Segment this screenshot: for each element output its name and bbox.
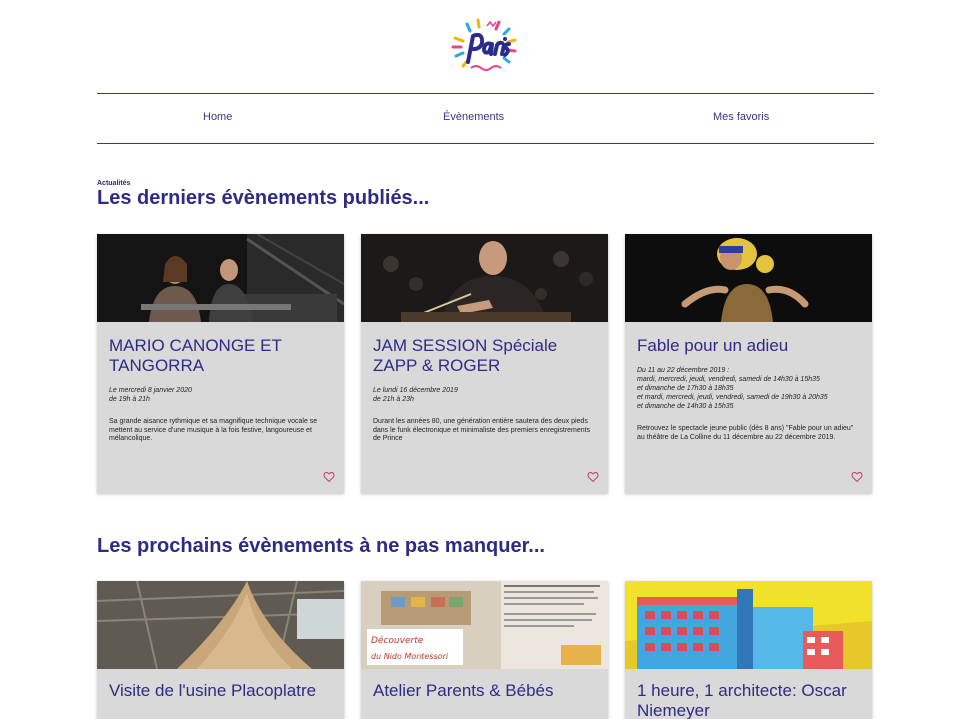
event-card[interactable]: JAM SESSION Spéciale ZAPP & ROGER Le lun… bbox=[361, 234, 608, 493]
event-card[interactable]: Découverte du Nido Montessori Atelier Pa… bbox=[361, 581, 608, 719]
main-nav: Home Évènements Mes favoris bbox=[97, 93, 874, 144]
event-description: Retrouvez le spectacle jeune public (dès… bbox=[637, 425, 854, 441]
heart-outline-icon[interactable] bbox=[323, 471, 335, 483]
nav-item-favorites[interactable]: Mes favoris bbox=[713, 111, 769, 123]
event-card[interactable]: Fable pour un adieu Du 11 au 22 décembre… bbox=[625, 234, 872, 493]
event-schedule-line: mardi, mercredi, jeudi, vendredi, samedi… bbox=[637, 376, 820, 383]
event-schedule-line: et dimanche de 14h30 à 15h35 bbox=[637, 403, 734, 410]
event-date: Le mercredi 8 janvier 2020 de 19h à 21h bbox=[109, 386, 332, 404]
event-date-line: Le lundi 16 décembre 2019 bbox=[373, 387, 458, 394]
image-caption: Découverte bbox=[371, 635, 424, 646]
heart-outline-icon[interactable] bbox=[587, 471, 599, 483]
event-title[interactable]: JAM SESSION Spéciale ZAPP & ROGER bbox=[373, 336, 596, 376]
event-title[interactable]: Atelier Parents & Bébés bbox=[373, 681, 596, 701]
event-date-line: Du 11 au 22 décembre 2019 : bbox=[637, 367, 730, 374]
upcoming-events-title: Les prochains évènements à ne pas manque… bbox=[97, 535, 545, 557]
event-card[interactable]: 1 heure, 1 architecte: Oscar Niemeyer bbox=[625, 581, 872, 719]
event-card[interactable]: Visite de l'usine Placoplatre bbox=[97, 581, 344, 719]
event-time-line: de 19h à 21h bbox=[109, 396, 150, 403]
event-date: Du 11 au 22 décembre 2019 : mardi, mercr… bbox=[637, 366, 860, 411]
event-date-line: Le mercredi 8 janvier 2020 bbox=[109, 387, 192, 394]
heart-outline-icon[interactable] bbox=[851, 471, 863, 483]
event-image bbox=[361, 234, 608, 322]
event-image bbox=[625, 234, 872, 322]
latest-events-title: Les derniers évènements publiés... bbox=[97, 187, 430, 209]
event-time-line: de 21h à 23h bbox=[373, 396, 414, 403]
event-card[interactable]: MARIO CANONGE ET TANGORRA Le mercredi 8 … bbox=[97, 234, 344, 493]
event-title[interactable]: Fable pour un adieu bbox=[637, 336, 860, 356]
event-title[interactable]: Visite de l'usine Placoplatre bbox=[109, 681, 332, 701]
paris-logo[interactable] bbox=[449, 16, 521, 78]
event-schedule-line: et mardi, mercredi, jeudi, vendredi, sam… bbox=[637, 394, 828, 401]
image-caption: du Nido Montessori bbox=[371, 652, 449, 661]
event-image bbox=[97, 581, 344, 669]
event-schedule-line: et dimanche de 17h30 à 18h35 bbox=[637, 385, 734, 392]
nav-item-home[interactable]: Home bbox=[203, 111, 232, 123]
event-image: Découverte du Nido Montessori bbox=[361, 581, 608, 669]
event-date: Le lundi 16 décembre 2019 de 21h à 23h bbox=[373, 386, 596, 404]
event-title[interactable]: 1 heure, 1 architecte: Oscar Niemeyer bbox=[637, 681, 860, 719]
event-title[interactable]: MARIO CANONGE ET TANGORRA bbox=[109, 336, 332, 376]
event-image bbox=[97, 234, 344, 322]
event-description: Sa grande aisance rythmique et sa magnif… bbox=[109, 418, 318, 442]
event-description: Durant les années 80, une génération ent… bbox=[373, 418, 591, 442]
section-kicker: Actualités bbox=[97, 180, 131, 187]
site-header bbox=[0, 0, 959, 92]
event-image bbox=[625, 581, 872, 669]
nav-item-events[interactable]: Évènements bbox=[443, 111, 504, 123]
